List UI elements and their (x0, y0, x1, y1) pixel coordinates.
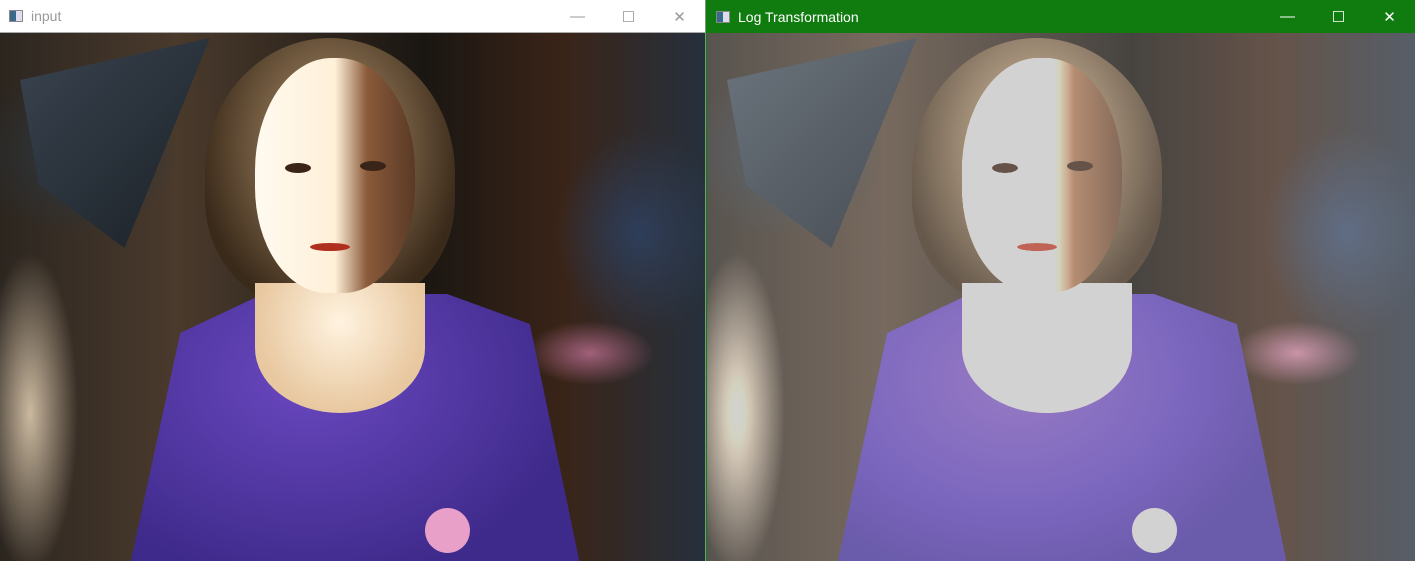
close-button[interactable]: ✕ (1364, 0, 1415, 33)
face (255, 58, 415, 293)
title-bar[interactable]: Log Transformation — ☐ ✕ (707, 0, 1415, 33)
app-icon (716, 10, 730, 23)
peppa-pig-print (425, 508, 470, 553)
input-window: input — ☐ ✕ (0, 0, 706, 561)
face (962, 58, 1122, 293)
title-bar[interactable]: input — ☐ ✕ (0, 0, 705, 33)
peppa-pig-print (1132, 508, 1177, 553)
close-button[interactable]: ✕ (654, 0, 705, 33)
log-transformation-window: Log Transformation — ☐ ✕ (706, 0, 1415, 561)
maximize-button[interactable]: ☐ (1313, 0, 1364, 33)
input-image (0, 33, 705, 561)
window-title: Log Transformation (738, 8, 859, 25)
maximize-button[interactable]: ☐ (603, 0, 654, 33)
minimize-button[interactable]: — (552, 0, 603, 33)
log-transformed-image (707, 33, 1415, 561)
window-title: input (31, 8, 62, 24)
minimize-button[interactable]: — (1262, 0, 1313, 33)
app-icon (9, 10, 23, 22)
